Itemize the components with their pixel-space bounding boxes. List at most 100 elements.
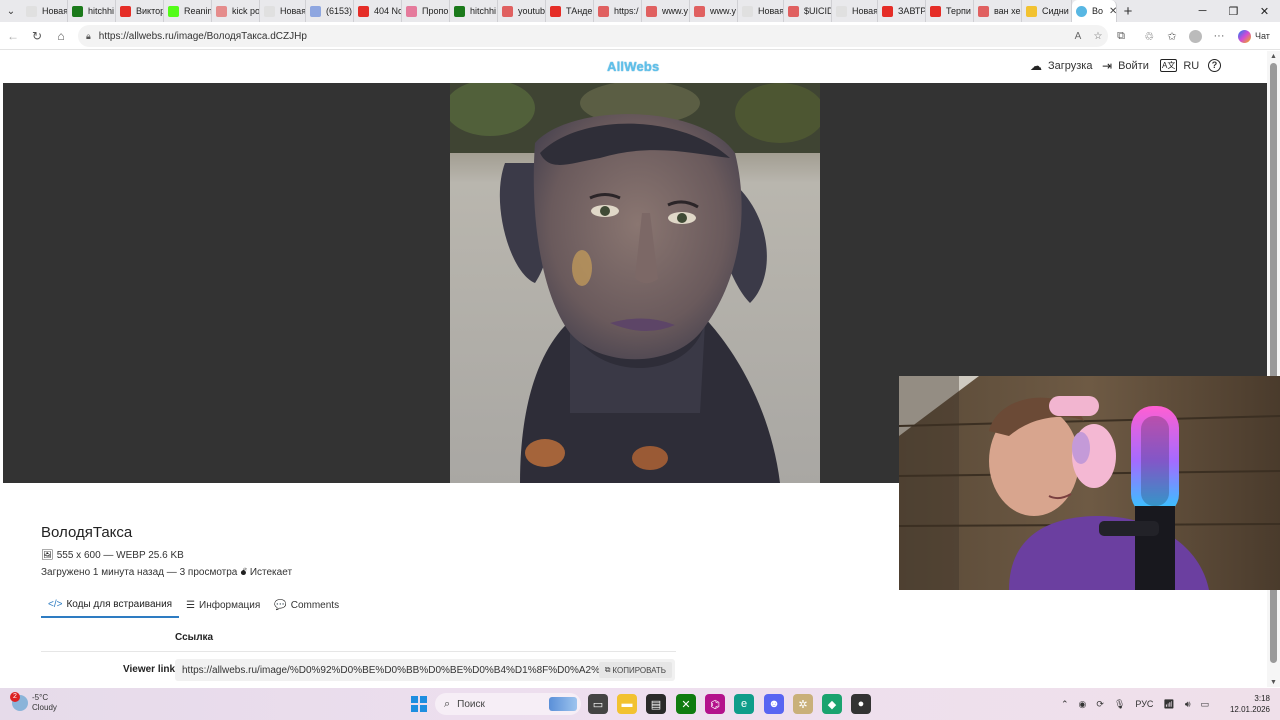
- media-app-icon[interactable]: ▤: [646, 694, 666, 714]
- close-window-icon[interactable]: ✕: [1249, 0, 1280, 22]
- browser-tab[interactable]: Новая: [738, 0, 784, 22]
- expires-text: Истекает: [249, 567, 293, 578]
- tab-list-button[interactable]: ⌄: [0, 0, 22, 22]
- read-aloud-icon[interactable]: A: [1068, 31, 1088, 42]
- tab-favicon-icon: [216, 5, 227, 17]
- divider: [41, 651, 676, 652]
- browser-tab[interactable]: kick po: [212, 0, 260, 22]
- tab-info[interactable]: ☰ Информация: [179, 593, 267, 618]
- browser-tab[interactable]: $UICID: [784, 0, 832, 22]
- streamer-webcam-image: [899, 376, 1280, 590]
- copy-icon: ⧉: [604, 665, 611, 674]
- browser-tab[interactable]: 404 Nc: [354, 0, 402, 22]
- browser-tab[interactable]: ЗАВТР: [878, 0, 926, 22]
- taskbar-search[interactable]: ⌕ Поиск: [435, 693, 581, 715]
- new-tab-button[interactable]: +: [1117, 3, 1139, 20]
- scroll-up-icon[interactable]: ▲: [1267, 53, 1280, 60]
- viewer-link-field[interactable]: https://allwebs.ru/image/%D0%92%D0%BE%D0…: [175, 659, 675, 681]
- favorite-star-icon[interactable]: ☆: [1088, 31, 1108, 42]
- url-text[interactable]: https://allwebs.ru/image/ВолодяТакса.dCZ…: [99, 31, 1068, 42]
- discord-icon[interactable]: ☻: [764, 694, 784, 714]
- scroll-down-icon[interactable]: ▼: [1267, 679, 1280, 686]
- task-view-icon[interactable]: ▭: [588, 694, 608, 714]
- browser-tab[interactable]: Виктор: [116, 0, 164, 22]
- copilot-button[interactable]: Чат: [1238, 27, 1270, 45]
- language-indicator[interactable]: РУС: [1135, 699, 1153, 709]
- restore-icon[interactable]: ❐: [1218, 0, 1249, 22]
- viewer-link-value[interactable]: https://allwebs.ru/image/%D0%92%D0%BE%D0…: [182, 665, 599, 676]
- tray-app-icon[interactable]: ⟳: [1096, 699, 1104, 710]
- tab-favicon-icon: [930, 5, 941, 17]
- back-arrow-icon[interactable]: ←: [4, 27, 22, 45]
- lock-icon: 🔒︎: [86, 30, 91, 41]
- browser-tab[interactable]: hitchhi: [68, 0, 116, 22]
- tab-favicon-icon: [406, 5, 417, 17]
- extensions-icon[interactable]: ⧉: [1112, 27, 1130, 45]
- login-label: Войти: [1118, 60, 1149, 72]
- browser-tab[interactable]: ТАнде: [546, 0, 594, 22]
- image-title: ВолодяТакса: [41, 524, 133, 541]
- tab-favicon-icon: [26, 5, 37, 17]
- browser-tab[interactable]: Reanim: [164, 0, 212, 22]
- address-bar[interactable]: 🔒︎ https://allwebs.ru/image/ВолодяТакса.…: [78, 25, 1108, 47]
- tab-favicon-icon: [978, 5, 989, 17]
- language-selector[interactable]: A文 RU: [1160, 59, 1199, 72]
- uploaded-image[interactable]: [450, 83, 820, 483]
- edge-browser-icon[interactable]: e: [734, 694, 754, 714]
- browser-tab[interactable]: Новая: [260, 0, 306, 22]
- upload-link[interactable]: ☁ Загрузка: [1030, 59, 1092, 73]
- close-icon[interactable]: ✕: [1109, 6, 1116, 17]
- search-highlight-icon: [549, 697, 577, 711]
- app-icon[interactable]: ◆: [822, 694, 842, 714]
- browser-tab[interactable]: hitchhi: [450, 0, 498, 22]
- clock[interactable]: 3:18 12.01.2026: [1225, 693, 1270, 715]
- copy-button[interactable]: ⧉ КОПИРОВАТЬ: [598, 662, 672, 678]
- tab-label: www.y: [662, 6, 689, 16]
- settings-icon[interactable]: ✲: [793, 694, 813, 714]
- browser-tab[interactable]: ван хе: [974, 0, 1022, 22]
- favorites-icon[interactable]: ✩: [1163, 27, 1181, 45]
- search-icon: ⌕: [444, 697, 451, 710]
- browser-tab[interactable]: youtub: [498, 0, 546, 22]
- help-button[interactable]: ?: [1208, 59, 1221, 72]
- browser-tab[interactable]: Новая: [22, 0, 68, 22]
- browser-tab[interactable]: www.y: [642, 0, 690, 22]
- browser-tab[interactable]: (6153): [306, 0, 354, 22]
- start-button[interactable]: [411, 696, 427, 712]
- file-explorer-icon[interactable]: ▬: [617, 694, 637, 714]
- weather-widget[interactable]: 2 -5°C Cloudy: [10, 692, 57, 713]
- profile-avatar-icon[interactable]: [1186, 27, 1204, 45]
- cloud-upload-icon: ☁: [1030, 59, 1042, 73]
- app-icon[interactable]: ⌬: [705, 694, 725, 714]
- sign-in-icon: ⇥: [1102, 59, 1113, 73]
- volume-icon[interactable]: 🔊︎: [1185, 699, 1191, 710]
- image-tabs: </> Коды для встраивания ☰ Информация 💬 …: [41, 593, 346, 619]
- browser-tab[interactable]: www.y: [690, 0, 738, 22]
- obs-icon[interactable]: ●: [851, 694, 871, 714]
- home-icon[interactable]: ⌂: [52, 27, 70, 45]
- upload-label: Загрузка: [1048, 60, 1093, 72]
- tab-favicon-icon: [1026, 5, 1037, 17]
- page-scrollbar[interactable]: ▲ ▼: [1267, 51, 1280, 687]
- browser-tab[interactable]: Пропо: [402, 0, 450, 22]
- minimize-icon[interactable]: ─: [1187, 0, 1218, 22]
- performance-icon[interactable]: ♲: [1140, 27, 1158, 45]
- login-link[interactable]: ⇥ Войти: [1102, 59, 1149, 73]
- more-menu-icon[interactable]: ···: [1210, 27, 1228, 45]
- wifi-icon[interactable]: 📶︎: [1163, 699, 1174, 710]
- battery-icon[interactable]: ▭: [1201, 699, 1210, 710]
- tab-comments[interactable]: 💬 Comments: [267, 593, 346, 618]
- tab-embed-codes[interactable]: </> Коды для встраивания: [41, 593, 180, 618]
- microphone-icon[interactable]: 🎙︎: [1114, 699, 1125, 710]
- browser-tab[interactable]: Сидни: [1022, 0, 1072, 22]
- chevron-up-icon[interactable]: ⌃: [1061, 699, 1069, 710]
- reload-icon[interactable]: ↻: [28, 27, 46, 45]
- xbox-icon[interactable]: ✕: [676, 694, 696, 714]
- browser-tab[interactable]: https:/: [594, 0, 642, 22]
- tab-label: Новая: [852, 6, 878, 16]
- browser-tab[interactable]: Терпи: [926, 0, 974, 22]
- tab-active[interactable]: Bo ✕: [1072, 0, 1117, 22]
- tray-app-icon[interactable]: ◉: [1079, 699, 1087, 710]
- site-logo[interactable]: AllWebs: [607, 59, 659, 74]
- browser-tab[interactable]: Новая: [832, 0, 878, 22]
